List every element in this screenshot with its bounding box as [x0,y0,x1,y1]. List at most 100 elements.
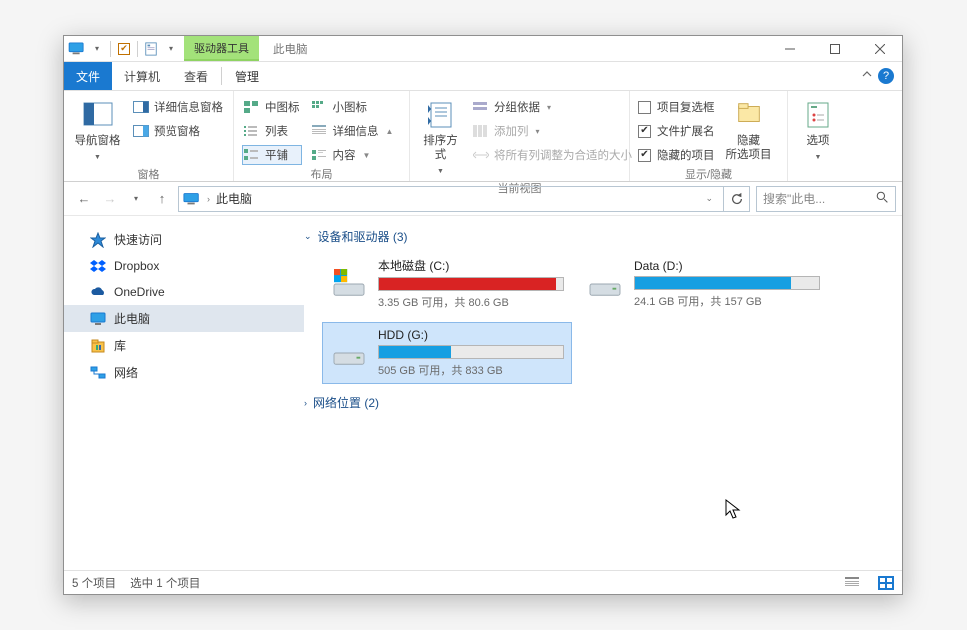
ribbon-group-pane: 导航窗格 ▼ 详细信息窗格 预览窗格 窗格 [64,91,234,181]
ribbon-group-pane-label: 窗格 [72,165,225,182]
drive-icon [330,269,368,299]
drive-icon [330,338,368,368]
checkbox-icon[interactable]: ✔ [115,40,133,58]
content-area: 快速访问 Dropbox OneDrive此电脑库网络 ⌄ 设备和驱动器 (3) 本… [64,216,902,570]
status-selection: 选中 1 个项目 [130,575,200,591]
title-bar: ▾ ✔ ▾ 驱动器工具 此电脑 [64,36,902,62]
details-pane-button[interactable]: 详细信息窗格 [131,97,225,117]
chk-file-ext[interactable]: 文件扩展名 [638,121,715,141]
search-input[interactable]: 搜索"此电... [756,186,896,212]
tab-manage[interactable]: 管理 [223,62,271,91]
back-button[interactable]: ← [74,189,94,209]
app-icon [68,40,86,58]
view-tiles-icon[interactable] [878,576,894,590]
preview-pane-button[interactable]: 预览窗格 [131,121,225,141]
sidebar-item-dropbox[interactable]: Dropbox [64,253,304,279]
nav-pane-button[interactable]: 导航窗格 ▼ [72,95,123,165]
sidebar-item-quick[interactable]: 快速访问 [64,226,304,253]
ribbon-group-layout: 中图标 列表 平铺 小图标 详细信息▲ 内容▼ 布局 [234,91,410,181]
chk-item-checkboxes[interactable]: 项目复选框 [638,97,715,117]
layout-medium-icons[interactable]: 中图标 [242,97,302,117]
drive-tile[interactable]: Data (D:) 24.1 GB 可用，共 157 GB [578,251,828,316]
address-dropdown-icon[interactable]: ⌄ [699,193,719,204]
view-details-icon[interactable] [844,576,860,590]
address-bar[interactable]: › 此电脑 ⌄ [178,186,724,212]
minimize-button[interactable] [767,36,812,62]
sidebar-item-label: 库 [114,337,126,354]
chevron-down-icon[interactable]: ▾ [88,40,106,58]
drive-usage-bar [634,276,820,290]
up-button[interactable]: ↑ [152,189,172,209]
search-placeholder: 搜索"此电... [763,190,825,207]
close-button[interactable] [857,36,902,62]
drive-subtext: 24.1 GB 可用，共 157 GB [634,293,820,309]
group-by-button[interactable]: 分组依据▾ [471,97,621,117]
help-icon[interactable]: ? [878,68,894,84]
quick-icon [90,232,106,248]
drive-subtext: 505 GB 可用，共 833 GB [378,362,564,378]
qa-dropdown-icon[interactable]: ▾ [162,40,180,58]
sidebar-item-thispc[interactable]: 此电脑 [64,305,304,332]
preview-pane-label: 预览窗格 [154,123,200,139]
properties-icon[interactable] [142,40,160,58]
drive-tile[interactable]: HDD (G:) 505 GB 可用，共 833 GB [322,322,572,384]
status-bar: 5 个项目 选中 1 个项目 [64,570,902,594]
forward-button[interactable]: → [100,189,120,209]
libraries-icon [90,338,106,354]
address-bar-row: ← → ▾ ↑ › 此电脑 ⌄ 搜索"此电... [64,182,902,216]
ribbon: 导航窗格 ▼ 详细信息窗格 预览窗格 窗格 [64,90,902,182]
chk-hidden-items[interactable]: 隐藏的项目 [638,145,715,165]
drive-usage-bar [378,345,564,359]
ribbon-group-showhide: 项目复选框 文件扩展名 隐藏的项目 隐藏 所选项目 显示/隐藏 [630,91,788,181]
explorer-window: ▾ ✔ ▾ 驱动器工具 此电脑 文件 计算机 查看 管理 [63,35,903,595]
sidebar-item-label: 快速访问 [114,231,162,248]
network-icon [90,365,106,381]
collapse-icon: ⌄ [304,231,312,242]
layout-content[interactable]: 内容▼ [310,145,396,165]
drive-tile[interactable]: 本地磁盘 (C:) 3.35 GB 可用，共 80.6 GB [322,251,572,316]
collapse-ribbon-icon[interactable] [856,63,878,89]
add-columns-button[interactable]: 添加列▾ [471,121,621,141]
sidebar-item-onedrive[interactable]: OneDrive [64,279,304,305]
layout-list[interactable]: 列表 [242,121,302,141]
ribbon-tabs: 文件 计算机 查看 管理 ? [64,62,902,90]
sidebar-item-network[interactable]: 网络 [64,359,304,386]
details-pane-label: 详细信息窗格 [154,99,223,115]
layout-small-icons[interactable]: 小图标 [310,97,396,117]
tab-file[interactable]: 文件 [64,62,112,91]
ribbon-group-options: 选项 ▼ [788,91,848,181]
maximize-button[interactable] [812,36,857,62]
drive-title: Data (D:) [634,259,820,273]
sidebar-item-label: Dropbox [114,259,159,273]
options-button[interactable]: 选项 ▼ [796,95,840,165]
nav-pane-label: 导航窗格 [75,134,121,148]
drive-subtext: 3.35 GB 可用，共 80.6 GB [378,294,564,310]
drive-title: HDD (G:) [378,328,564,342]
sidebar-item-label: 网络 [114,364,138,381]
section-drives[interactable]: ⌄ 设备和驱动器 (3) [304,226,890,251]
tab-view[interactable]: 查看 [172,62,220,91]
window-controls [767,36,902,61]
drives-container: 本地磁盘 (C:) 3.35 GB 可用，共 80.6 GB Data (D:) 24… [304,251,890,384]
main-view: ⌄ 设备和驱动器 (3) 本地磁盘 (C:) 3.35 GB 可用，共 80.6 … [304,216,902,570]
size-columns-button[interactable]: 将所有列调整为合适的大小 [471,145,621,165]
sidebar-item-libraries[interactable]: 库 [64,332,304,359]
ribbon-group-layout-label: 布局 [242,165,401,182]
layout-details[interactable]: 详细信息▲ [310,121,396,141]
sort-button[interactable]: 排序方式 ▼ [418,95,463,179]
ribbon-group-currentview: 排序方式 ▼ 分组依据▾ 添加列▾ 将所有列调整为合适的大小 当前视图 [410,91,630,181]
hide-selected-button[interactable]: 隐藏 所选项目 [723,95,775,162]
breadcrumb[interactable]: 此电脑 [216,190,252,207]
refresh-button[interactable] [724,186,750,212]
recent-dropdown-icon[interactable]: ▾ [126,189,146,209]
layout-tiles[interactable]: 平铺 [242,145,302,165]
dropbox-icon [90,258,106,274]
section-network[interactable]: › 网络位置 (2) [304,392,890,417]
contextual-tab[interactable]: 驱动器工具 [184,36,259,61]
nav-sidebar: 快速访问 Dropbox OneDrive此电脑库网络 [64,216,304,570]
thispc-icon [90,311,106,327]
window-title: 此电脑 [259,36,767,61]
tab-computer[interactable]: 计算机 [112,62,172,91]
drive-title: 本地磁盘 (C:) [378,257,564,274]
search-icon [876,191,889,207]
